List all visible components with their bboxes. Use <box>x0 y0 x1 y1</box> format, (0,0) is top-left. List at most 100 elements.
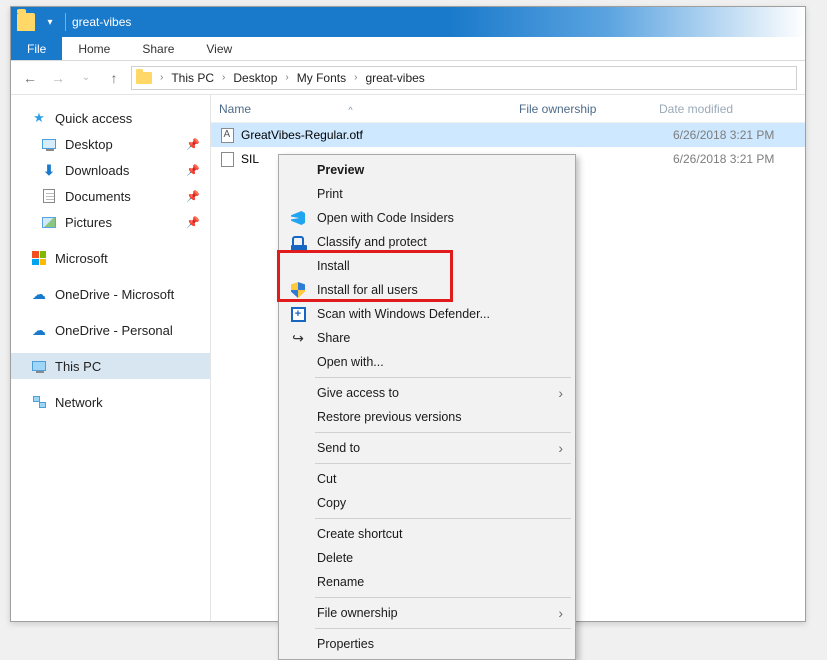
column-ownership[interactable]: File ownership <box>519 102 659 116</box>
sidebar-item-this-pc[interactable]: This PC <box>11 353 210 379</box>
breadcrumb-this-pc[interactable]: This PC <box>169 71 216 85</box>
separator <box>315 597 571 598</box>
ctx-file-ownership[interactable]: File ownership › <box>281 601 573 625</box>
cloud-icon: ☁ <box>31 286 47 302</box>
sidebar-item-desktop[interactable]: Desktop 📌 <box>11 131 210 157</box>
tab-share[interactable]: Share <box>126 37 190 60</box>
ctx-label: Give access to <box>317 386 399 400</box>
navigation-pane: ★ Quick access Desktop 📌 ⬇ Downloads 📌 D… <box>11 95 211 621</box>
sidebar-label: Documents <box>65 189 131 204</box>
documents-icon <box>41 188 57 204</box>
ctx-install[interactable]: Install <box>281 254 573 278</box>
pc-icon <box>31 358 47 374</box>
separator <box>315 518 571 519</box>
nav-recent-dropdown-icon[interactable]: ⌄ <box>75 67 97 89</box>
tab-home[interactable]: Home <box>62 37 126 60</box>
nav-bar: ← → ⌄ ↑ › This PC › Desktop › My Fonts ›… <box>11 61 805 95</box>
chevron-right-icon[interactable]: › <box>156 72 167 83</box>
sidebar-item-network[interactable]: Network <box>11 389 210 415</box>
file-date: 6/26/2018 3:21 PM <box>673 152 805 166</box>
ribbon-tabs: File Home Share View <box>11 37 805 61</box>
ctx-restore-versions[interactable]: Restore previous versions <box>281 405 573 429</box>
window-title: great-vibes <box>72 15 131 29</box>
nav-forward-icon[interactable]: → <box>47 67 69 89</box>
ctx-cut[interactable]: Cut <box>281 467 573 491</box>
sidebar-label: Downloads <box>65 163 129 178</box>
ctx-label: Send to <box>317 441 360 455</box>
qat-dropdown-icon[interactable]: ▾ <box>41 17 59 28</box>
defender-icon: + <box>289 305 307 323</box>
ctx-send-to[interactable]: Send to › <box>281 436 573 460</box>
chevron-right-icon[interactable]: › <box>281 72 292 83</box>
file-row[interactable]: GreatVibes-Regular.otf 6/26/2018 3:21 PM <box>211 123 805 147</box>
title-bar: ▾ great-vibes <box>11 7 805 37</box>
ctx-label: File ownership <box>317 606 398 620</box>
separator <box>315 377 571 378</box>
ctx-label: Install for all users <box>317 283 418 297</box>
sort-up-icon: ^ <box>348 105 352 115</box>
ctx-label: Classify and protect <box>317 235 427 249</box>
separator <box>315 628 571 629</box>
sidebar-label: OneDrive - Personal <box>55 323 173 338</box>
separator <box>315 463 571 464</box>
ctx-copy[interactable]: Copy <box>281 491 573 515</box>
ctx-delete[interactable]: Delete <box>281 546 573 570</box>
vscode-icon <box>289 209 307 227</box>
ctx-scan-defender[interactable]: + Scan with Windows Defender... <box>281 302 573 326</box>
ctx-open-with[interactable]: Open with... <box>281 350 573 374</box>
pin-icon: 📌 <box>186 190 200 203</box>
breadcrumb-great-vibes[interactable]: great-vibes <box>363 71 426 85</box>
breadcrumb-desktop[interactable]: Desktop <box>231 71 279 85</box>
sidebar-item-microsoft[interactable]: Microsoft <box>11 245 210 271</box>
chevron-right-icon: › <box>558 440 563 456</box>
column-name[interactable]: Name ^ <box>219 102 519 116</box>
separator <box>65 13 66 31</box>
pin-icon: 📌 <box>186 138 200 151</box>
sidebar-label: OneDrive - Microsoft <box>55 287 174 302</box>
sidebar-item-documents[interactable]: Documents 📌 <box>11 183 210 209</box>
ctx-give-access[interactable]: Give access to › <box>281 381 573 405</box>
ctx-open-with-code[interactable]: Open with Code Insiders <box>281 206 573 230</box>
file-name: GreatVibes-Regular.otf <box>241 128 533 142</box>
ctx-classify[interactable]: Classify and protect <box>281 230 573 254</box>
pictures-icon <box>41 214 57 230</box>
sidebar-quick-access[interactable]: ★ Quick access <box>11 105 210 131</box>
breadcrumb-my-fonts[interactable]: My Fonts <box>295 71 348 85</box>
downloads-icon: ⬇ <box>41 162 57 178</box>
context-menu: Preview Print Open with Code Insiders Cl… <box>278 154 576 660</box>
ctx-properties[interactable]: Properties <box>281 632 573 656</box>
column-headers: Name ^ File ownership Date modified <box>211 95 805 123</box>
tab-view[interactable]: View <box>190 37 248 60</box>
pin-icon: 📌 <box>186 216 200 229</box>
font-file-icon <box>219 127 235 143</box>
chevron-right-icon[interactable]: › <box>350 72 361 83</box>
explorer-window: ▾ great-vibes File Home Share View ← → ⌄… <box>10 6 806 622</box>
sidebar-item-downloads[interactable]: ⬇ Downloads 📌 <box>11 157 210 183</box>
nav-up-icon[interactable]: ↑ <box>103 67 125 89</box>
chevron-right-icon: › <box>558 385 563 401</box>
ctx-create-shortcut[interactable]: Create shortcut <box>281 522 573 546</box>
ctx-rename[interactable]: Rename <box>281 570 573 594</box>
sidebar-item-onedrive-personal[interactable]: ☁ OneDrive - Personal <box>11 317 210 343</box>
nav-back-icon[interactable]: ← <box>19 67 41 89</box>
sidebar-item-onedrive-microsoft[interactable]: ☁ OneDrive - Microsoft <box>11 281 210 307</box>
address-bar[interactable]: › This PC › Desktop › My Fonts › great-v… <box>131 66 797 90</box>
column-date-modified[interactable]: Date modified <box>659 102 805 116</box>
file-date: 6/26/2018 3:21 PM <box>673 128 805 142</box>
tab-file[interactable]: File <box>11 37 62 60</box>
star-icon: ★ <box>31 110 47 126</box>
ctx-print[interactable]: Print <box>281 182 573 206</box>
sidebar-label: Desktop <box>65 137 113 152</box>
ctx-share[interactable]: ↪ Share <box>281 326 573 350</box>
network-icon <box>31 394 47 410</box>
sidebar-item-pictures[interactable]: Pictures 📌 <box>11 209 210 235</box>
ctx-preview[interactable]: Preview <box>281 158 573 182</box>
ctx-label: Open with Code Insiders <box>317 211 454 225</box>
sidebar-label: Quick access <box>55 111 132 126</box>
chevron-right-icon[interactable]: › <box>218 72 229 83</box>
folder-icon <box>17 13 35 31</box>
ctx-install-all-users[interactable]: Install for all users <box>281 278 573 302</box>
shield-icon <box>289 281 307 299</box>
microsoft-icon <box>31 250 47 266</box>
ctx-label: Scan with Windows Defender... <box>317 307 490 321</box>
